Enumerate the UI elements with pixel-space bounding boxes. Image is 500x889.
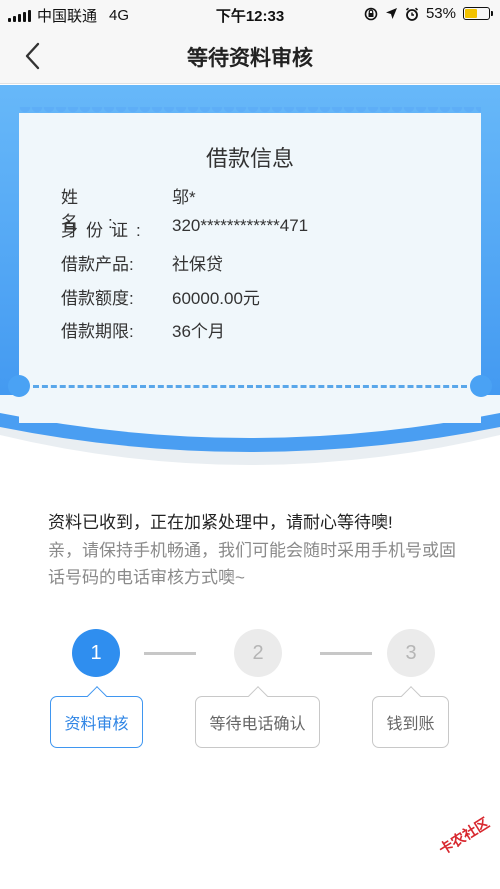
status-right: 53% <box>364 5 493 22</box>
info-value: 36个月 <box>172 322 225 341</box>
info-value: 320************471 <box>172 216 309 235</box>
alarm-icon <box>405 7 419 21</box>
watermark-logo: 卡农社区 <box>436 814 492 858</box>
battery-percent: 53% <box>425 5 456 22</box>
step-connector <box>320 652 372 655</box>
step-2-label-box: 等待电话确认 <box>195 686 320 748</box>
step-2-circle: 2 <box>234 629 282 677</box>
nav-bar: 等待资料审核 <box>0 28 500 84</box>
ticket-scallop-edge <box>19 107 481 119</box>
info-row-term: 借款期限: 36个月 <box>61 317 225 342</box>
step-1-label-box: 资料审核 <box>50 686 143 748</box>
ticket-title: 借款信息 <box>205 146 294 171</box>
loan-info-ticket: 借款信息 姓名: 邬* 身份证: 320************471 借款产品… <box>8 107 492 423</box>
status-message: 资料已收到，正在加紧处理中，请耐心等待噢! <box>48 513 393 532</box>
step-3-label: 钱到账 <box>386 716 435 733</box>
info-row-amount: 借款额度: 60000.00元 <box>61 284 260 309</box>
ticket-perforation <box>33 385 467 388</box>
info-row-product: 借款产品: 社保贷 <box>61 250 223 275</box>
battery-icon <box>463 7 493 20</box>
status-submessage: 亲，请保持手机畅通，我们可能会随时采用手机号或固话号码的电话审核方式噢~ <box>48 541 456 587</box>
info-label: 借款产品: <box>61 255 134 274</box>
ticket-notch-right <box>470 375 492 397</box>
info-label: 身份证: <box>61 221 149 240</box>
step-1-label: 资料审核 <box>64 716 129 733</box>
ticket-notch-left <box>8 375 30 397</box>
rotation-lock-icon <box>364 7 378 20</box>
battery-fill <box>465 9 478 18</box>
step-3-label-box: 钱到账 <box>372 686 449 748</box>
location-arrow-icon <box>385 8 397 19</box>
step-3-circle: 3 <box>387 629 435 677</box>
info-row-id: 身份证: 320************471 <box>61 216 308 241</box>
step-2-label: 等待电话确认 <box>209 716 306 733</box>
info-value: 社保贷 <box>172 255 223 274</box>
step-1-circle: 1 <box>72 629 120 677</box>
info-label: 借款额度: <box>61 289 134 308</box>
page-title: 等待资料审核 <box>187 47 313 70</box>
step-connector <box>144 652 196 655</box>
status-bar: 中国联通 4G 下午12:33 53% <box>0 0 500 28</box>
info-label: 借款期限: <box>61 322 134 341</box>
info-value: 60000.00元 <box>172 289 260 308</box>
